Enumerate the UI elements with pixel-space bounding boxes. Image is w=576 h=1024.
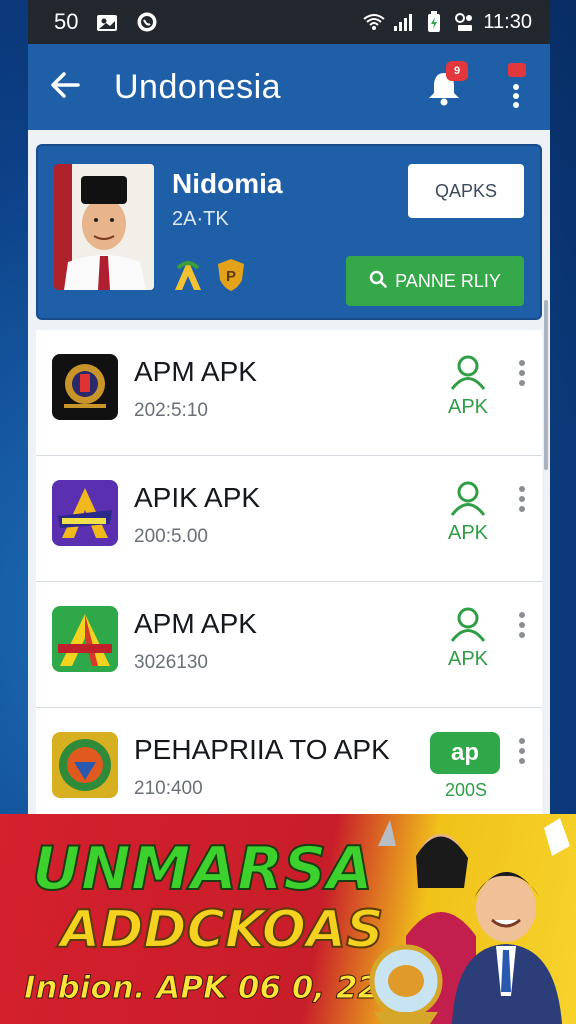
more-vertical-icon[interactable]: [518, 360, 526, 386]
back-arrow-icon[interactable]: [50, 71, 80, 104]
status-left-text: 50: [54, 9, 79, 34]
app-date: 200:5.00: [134, 526, 208, 547]
app-store-badge-label: ap: [450, 739, 479, 766]
apk-label: APK: [447, 396, 489, 418]
alarm-icon: [453, 11, 475, 33]
apk-download-button[interactable]: APK: [440, 606, 496, 671]
app-date: 202:5:10: [134, 400, 208, 421]
notification-badge: 9: [446, 61, 468, 81]
profile-subtitle: 2A·TK: [172, 208, 229, 230]
notifications-button[interactable]: 9: [424, 61, 468, 107]
qapks-button[interactable]: QAPKS: [408, 164, 524, 218]
profile-name: Nidomia: [172, 168, 283, 199]
more-options-button[interactable]: [504, 63, 528, 109]
list-item[interactable]: APIK APK 200:5.00 APK: [36, 456, 542, 582]
apk-label: APK: [447, 522, 489, 544]
app-logo-icon: [52, 606, 118, 672]
list-item[interactable]: APM APK 3026130 APK: [36, 582, 542, 708]
primary-action-label: PANNE RLIY: [395, 270, 501, 291]
app-emblem-icon: [52, 732, 118, 798]
app-date: 3026130: [134, 652, 208, 673]
signal-icon: [393, 11, 415, 33]
mascot-illustration-icon: [356, 816, 576, 1024]
status-bar: 50 11:30: [28, 0, 550, 44]
more-vertical-icon[interactable]: [518, 612, 526, 638]
status-time: 11:30: [483, 10, 532, 33]
banner-subheadline: ADDCKOAS: [59, 899, 385, 961]
more-vertical-icon[interactable]: [518, 486, 526, 512]
app-date: 210:400: [134, 778, 203, 799]
primary-action-button[interactable]: PANNE RLIY: [346, 256, 524, 306]
trophy-badge-icon: [172, 258, 204, 297]
more-badge: [508, 63, 526, 77]
profile-badges: P: [172, 258, 246, 297]
shield-badge-icon: P: [216, 258, 246, 297]
app-bar: Undonesia 9: [28, 44, 550, 130]
app-list: APM APK 202:5:10 APK APIK APK 200:5.00 A…: [36, 330, 542, 834]
banner-headline: UNMARSA: [31, 833, 374, 905]
person-icon: [449, 355, 487, 395]
app-name: PEHAPRIIA TO APK: [134, 734, 390, 765]
svg-text:P: P: [226, 268, 236, 285]
battery-icon: [423, 11, 445, 33]
app-name: APM APK: [134, 356, 257, 387]
more-vertical-icon: [504, 84, 528, 113]
avatar: [54, 164, 154, 290]
app-name: APM APK: [134, 608, 257, 639]
list-item[interactable]: APM APK 202:5:10 APK: [36, 330, 542, 456]
person-icon: [449, 607, 487, 647]
profile-card: Nidomia 2A·TK P QAPKS PANNE RLIY: [36, 144, 542, 320]
promo-banner[interactable]: UNMARSA ADDCKOAS Inbion. APK 06 0, 220P!…: [0, 814, 576, 1024]
app-store-badge: ap: [430, 732, 500, 774]
search-icon: [369, 270, 387, 293]
bell-icon: [424, 73, 464, 111]
app-logo-icon: [52, 480, 118, 546]
apk-download-button[interactable]: APK: [440, 354, 496, 419]
page-title: Undonesia: [114, 67, 282, 106]
app-emblem-icon: [52, 354, 118, 420]
apk-label: APK: [447, 648, 489, 670]
apk-download-button[interactable]: APK: [440, 480, 496, 545]
wifi-icon: [363, 11, 386, 33]
more-vertical-icon[interactable]: [518, 738, 526, 764]
app-name: APIK APK: [134, 482, 261, 513]
whatsapp-icon: [136, 11, 158, 33]
scrollbar[interactable]: [544, 300, 548, 470]
download-count: 200S: [444, 780, 488, 800]
gallery-icon: [96, 11, 118, 33]
person-icon: [449, 481, 487, 521]
apk-download-button[interactable]: ap 200S: [430, 732, 502, 801]
